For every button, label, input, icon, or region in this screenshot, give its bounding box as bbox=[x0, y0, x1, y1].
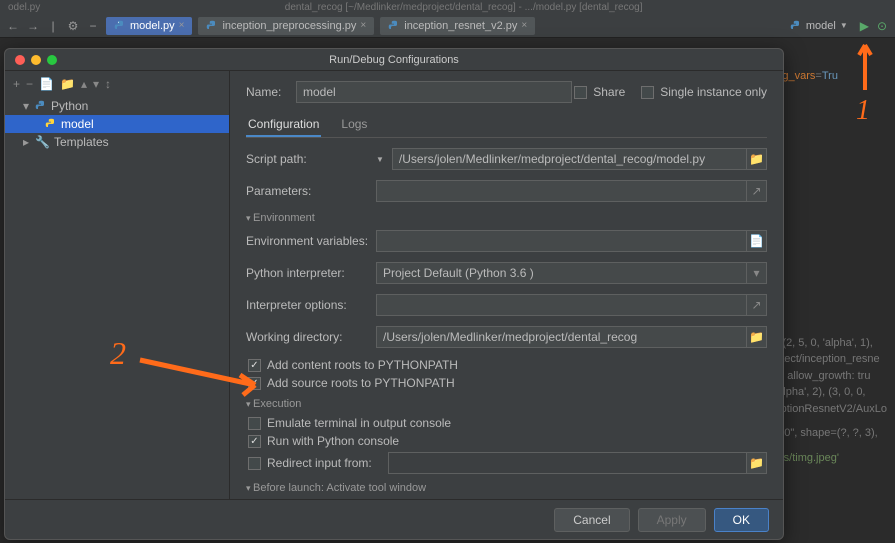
project-path: dental_recog [~/Medlinker/medproject/den… bbox=[40, 2, 887, 13]
share-label: Share bbox=[593, 85, 625, 99]
chevron-down-icon: ▼ bbox=[840, 21, 848, 30]
parameters-input[interactable] bbox=[376, 180, 747, 202]
interp-options-input[interactable] bbox=[376, 294, 747, 316]
redirect-input-label: Redirect input from: bbox=[267, 456, 382, 470]
python-console-label: Run with Python console bbox=[267, 434, 399, 448]
forward-icon[interactable]: → bbox=[26, 19, 40, 33]
dialog-titlebar[interactable]: Run/Debug Configurations bbox=[5, 49, 783, 71]
working-dir-label: Working directory: bbox=[246, 330, 376, 344]
close-icon[interactable]: × bbox=[360, 20, 366, 31]
interp-options-label: Interpreter options: bbox=[246, 298, 376, 312]
python-icon bbox=[206, 20, 218, 32]
python-console-checkbox[interactable] bbox=[248, 435, 261, 448]
environment-section[interactable]: Environment bbox=[246, 212, 767, 224]
remove-config-icon[interactable]: − bbox=[26, 77, 33, 91]
source-roots-checkbox[interactable] bbox=[248, 377, 261, 390]
browse-folder-icon[interactable]: 📁 bbox=[747, 148, 767, 170]
editor-tab-resnet[interactable]: inception_resnet_v2.py × bbox=[380, 17, 535, 35]
run-config-label: model bbox=[806, 20, 836, 32]
ok-button[interactable]: OK bbox=[714, 508, 769, 532]
single-instance-checkbox[interactable] bbox=[641, 86, 654, 99]
chevron-down-icon[interactable]: ▼ bbox=[376, 155, 384, 164]
share-checkbox[interactable] bbox=[574, 86, 587, 99]
tab-label: inception_preprocessing.py bbox=[222, 20, 356, 32]
run-debug-config-dialog: Run/Debug Configurations + − 📄 📁 ▴ ▾ ↕ ▾… bbox=[4, 48, 784, 540]
sep: | bbox=[46, 19, 60, 33]
tree-templates-node[interactable]: ▸ 🔧 Templates bbox=[5, 133, 229, 151]
interpreter-select[interactable] bbox=[376, 262, 747, 284]
tree-label: model bbox=[61, 117, 94, 131]
wrench-icon: 🔧 bbox=[35, 135, 50, 149]
content-roots-checkbox[interactable] bbox=[248, 359, 261, 372]
single-instance-label: Single instance only bbox=[660, 85, 767, 99]
tab-label: model.py bbox=[130, 20, 175, 32]
expand-field-icon[interactable]: ↗ bbox=[747, 294, 767, 316]
env-vars-input[interactable] bbox=[376, 230, 747, 252]
move-up-icon[interactable]: ▴ bbox=[81, 77, 87, 91]
file-label: odel.py bbox=[8, 2, 40, 13]
env-vars-label: Environment variables: bbox=[246, 234, 376, 248]
debug-button[interactable]: ⊙ bbox=[875, 19, 889, 33]
source-roots-label: Add source roots to PYTHONPATH bbox=[267, 376, 455, 390]
expand-field-icon[interactable]: ↗ bbox=[747, 180, 767, 202]
python-icon bbox=[35, 100, 47, 112]
settings-icon[interactable]: ⚙ bbox=[66, 19, 80, 33]
execution-section[interactable]: Execution bbox=[246, 398, 767, 410]
run-config-selector[interactable]: model ▼ bbox=[784, 18, 854, 34]
browse-folder-icon[interactable]: 📁 bbox=[747, 326, 767, 348]
editor-tab-model[interactable]: model.py × bbox=[106, 17, 192, 35]
minus-icon[interactable]: − bbox=[86, 19, 100, 33]
python-icon bbox=[114, 20, 126, 32]
chevron-down-icon[interactable]: ▾ bbox=[747, 262, 767, 284]
editor-tab-preprocessing[interactable]: inception_preprocessing.py × bbox=[198, 17, 374, 35]
add-config-icon[interactable]: + bbox=[13, 77, 20, 91]
copy-config-icon[interactable]: 📄 bbox=[39, 77, 54, 91]
interpreter-label: Python interpreter: bbox=[246, 266, 376, 280]
ide-titlebar: odel.py dental_recog [~/Medlinker/medpro… bbox=[0, 0, 895, 14]
back-icon[interactable]: ← bbox=[6, 19, 20, 33]
redirect-input-checkbox[interactable] bbox=[248, 457, 261, 470]
apply-button[interactable]: Apply bbox=[638, 508, 706, 532]
emulate-terminal-checkbox[interactable] bbox=[248, 417, 261, 430]
tab-configuration[interactable]: Configuration bbox=[246, 113, 321, 137]
python-icon bbox=[388, 20, 400, 32]
expand-icon[interactable]: ▾ bbox=[23, 99, 31, 113]
config-form: Name: Share Single instance only Configu… bbox=[230, 71, 783, 499]
parameters-label: Parameters: bbox=[246, 184, 376, 198]
move-down-icon[interactable]: ▾ bbox=[93, 77, 99, 91]
close-icon[interactable]: × bbox=[179, 20, 185, 31]
script-path-label: Script path: bbox=[246, 152, 376, 166]
name-input[interactable] bbox=[296, 81, 572, 103]
tree-model-config[interactable]: model bbox=[5, 115, 229, 133]
tree-label: Templates bbox=[54, 135, 109, 149]
content-roots-label: Add content roots to PYTHONPATH bbox=[267, 358, 458, 372]
script-path-input[interactable] bbox=[392, 148, 747, 170]
before-launch-section[interactable]: Before launch: Activate tool window bbox=[246, 482, 767, 494]
save-config-icon[interactable]: 📁 bbox=[60, 77, 75, 91]
redirect-input-field bbox=[388, 452, 747, 474]
python-icon bbox=[45, 118, 57, 130]
browse-folder-icon[interactable]: 📁 bbox=[747, 452, 767, 474]
python-icon bbox=[790, 20, 802, 32]
close-icon[interactable]: × bbox=[521, 20, 527, 31]
working-dir-input[interactable] bbox=[376, 326, 747, 348]
tab-logs[interactable]: Logs bbox=[339, 113, 369, 137]
sort-icon[interactable]: ↕ bbox=[105, 77, 111, 91]
ide-toolbar: ← → | ⚙ − model.py × inception_preproces… bbox=[0, 14, 895, 38]
dialog-title: Run/Debug Configurations bbox=[5, 54, 783, 66]
edit-envvars-icon[interactable]: 📄 bbox=[747, 230, 767, 252]
emulate-terminal-label: Emulate terminal in output console bbox=[267, 416, 451, 430]
expand-icon[interactable]: ▸ bbox=[23, 135, 31, 149]
tree-label: Python bbox=[51, 99, 88, 113]
dialog-footer: Cancel Apply OK bbox=[5, 499, 783, 539]
name-label: Name: bbox=[246, 85, 296, 99]
cancel-button[interactable]: Cancel bbox=[554, 508, 629, 532]
run-button[interactable]: ▶ bbox=[860, 19, 869, 33]
config-tree-panel: + − 📄 📁 ▴ ▾ ↕ ▾ Python model ▸ 🔧 Templat… bbox=[5, 71, 230, 499]
tab-label: inception_resnet_v2.py bbox=[404, 20, 517, 32]
tree-python-node[interactable]: ▾ Python bbox=[5, 97, 229, 115]
